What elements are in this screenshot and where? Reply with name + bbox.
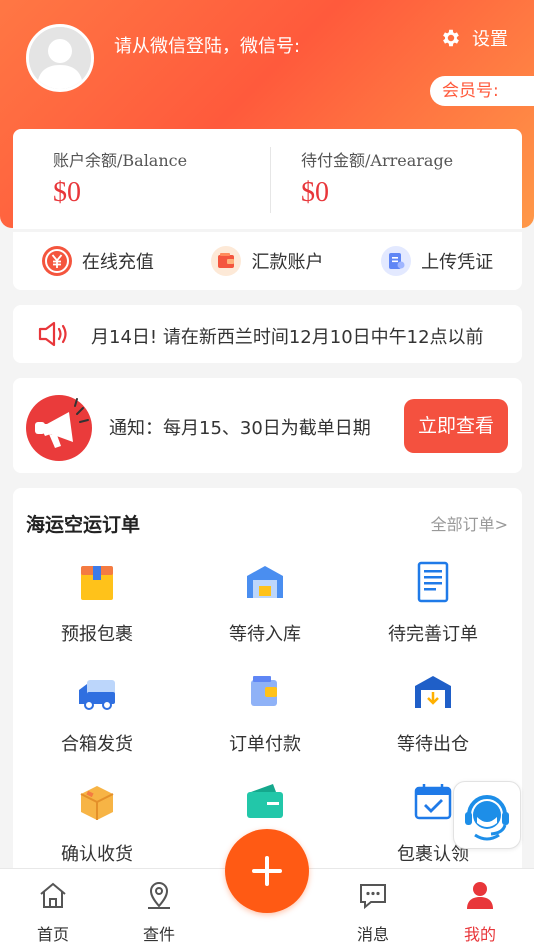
tab-home[interactable]: 首页	[18, 879, 88, 945]
upload-doc-icon	[381, 246, 412, 276]
tab-label: 消息	[356, 925, 389, 944]
tab-messages[interactable]: 消息	[338, 879, 408, 945]
order-confirm-receipt[interactable]: 确认收货	[13, 780, 181, 866]
order-label: 预报包裹	[61, 624, 133, 645]
action-label: 在线充值	[81, 252, 154, 273]
avatar[interactable]	[26, 24, 94, 92]
quick-actions: 在线充值 汇款账户 上传凭证	[13, 232, 522, 290]
order-awaiting-dispatch[interactable]: 等待出仓	[349, 670, 517, 756]
order-label: 确认收货	[61, 844, 133, 865]
orders-title: 海运空运订单	[26, 514, 141, 536]
settings-label: 设置	[472, 29, 508, 50]
action-label: 上传凭证	[421, 252, 494, 273]
order-consolidate-ship[interactable]: 合箱发货	[13, 670, 181, 756]
order-forecast-package[interactable]: 预报包裹	[13, 560, 181, 646]
action-online-recharge[interactable]: 在线充值	[41, 246, 154, 276]
orders-panel: 海运空运订单 全部订单> 预报包裹 等待入库 待完善订单 合箱发货 订单付款 等…	[13, 488, 522, 888]
box-icon	[80, 786, 114, 820]
warehouse-out-icon	[415, 676, 451, 708]
order-label: 订单付款	[229, 734, 301, 755]
marquee-text: 月14日! 请在新西兰时间12月10日中午12点以前	[91, 327, 483, 348]
document-icon	[417, 561, 449, 603]
wallet-icon	[211, 246, 242, 276]
order-label: 待完善订单	[388, 624, 478, 645]
megaphone-icon	[26, 395, 92, 461]
warehouse-icon	[247, 566, 283, 598]
order-label: 等待入库	[229, 624, 301, 645]
headset-agent-icon	[465, 795, 509, 841]
account-balance-value: $0	[53, 177, 81, 208]
truck-icon	[79, 680, 115, 710]
account-balance-label: 账户余额/Balance	[53, 151, 188, 170]
order-label: 等待出仓	[397, 734, 469, 755]
login-prompt: 请从微信登陆，微信号:	[114, 36, 301, 57]
plus-icon	[252, 856, 282, 886]
arrears-balance[interactable]: 待付金额/Arrearage $0	[301, 147, 453, 209]
location-icon	[148, 882, 170, 909]
customer-service-button[interactable]	[453, 781, 521, 849]
arrears-label: 待付金额/Arrearage	[301, 151, 454, 170]
action-upload-proof[interactable]: 上传凭证	[381, 246, 493, 276]
action-remittance-account[interactable]: 汇款账户	[211, 246, 323, 276]
speaker-icon	[38, 321, 67, 347]
user-icon	[467, 882, 493, 909]
order-awaiting-stock[interactable]: 等待入库	[181, 560, 349, 646]
order-label: 合箱发货	[61, 734, 133, 755]
tab-label: 查件	[142, 925, 175, 944]
calendar-check-icon	[414, 784, 452, 820]
arrears-value: $0	[301, 177, 329, 208]
balance-card: 账户余额/Balance $0 待付金额/Arrearage $0	[13, 129, 522, 229]
tab-mine[interactable]: 我的	[445, 879, 515, 945]
balance-divider	[270, 147, 271, 213]
add-button[interactable]	[225, 829, 309, 913]
tab-track[interactable]: 查件	[124, 879, 194, 945]
wallet-icon	[251, 676, 277, 706]
tab-label: 首页	[36, 925, 69, 944]
tab-label: 我的	[463, 925, 496, 944]
order-incomplete[interactable]: 待完善订单	[349, 560, 517, 646]
action-label: 汇款账户	[251, 252, 324, 273]
user-avatar-icon	[29, 27, 91, 89]
order-payment[interactable]: 订单付款	[181, 670, 349, 756]
gear-icon	[443, 29, 459, 47]
settings-button[interactable]: 设置	[440, 25, 508, 51]
yen-icon	[41, 246, 72, 276]
member-number-badge: 会员号:	[430, 76, 534, 106]
view-now-button[interactable]: 立即查看	[404, 399, 508, 453]
home-icon	[40, 882, 66, 908]
signed-wallet-icon	[247, 784, 283, 818]
notice-card: 通知：每月15、30日为截单日期 立即查看	[13, 378, 522, 473]
notice-text: 通知：每月15、30日为截单日期	[109, 418, 371, 439]
message-icon	[360, 884, 386, 910]
announcement-marquee[interactable]: 月14日! 请在新西兰时间12月10日中午12点以前	[13, 305, 522, 363]
account-balance[interactable]: 账户余额/Balance $0	[53, 147, 187, 209]
all-orders-link[interactable]: 全部订单>	[431, 511, 508, 535]
package-icon	[81, 566, 113, 600]
